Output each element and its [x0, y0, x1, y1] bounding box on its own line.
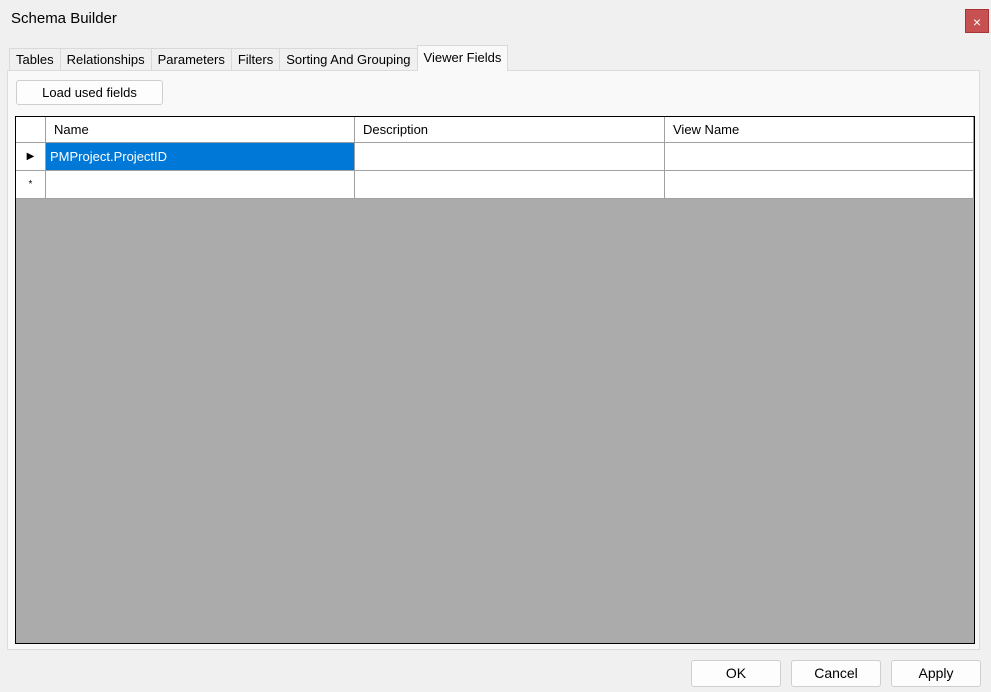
- cell-description[interactable]: [355, 143, 665, 171]
- cell-view-name[interactable]: [665, 171, 974, 199]
- tab-filters[interactable]: Filters: [230, 48, 281, 70]
- column-header-view-name[interactable]: View Name: [665, 117, 974, 143]
- cell-name[interactable]: [46, 171, 355, 199]
- grid-corner-header[interactable]: [16, 117, 46, 143]
- tab-viewer-fields[interactable]: Viewer Fields: [416, 45, 509, 71]
- viewer-fields-grid[interactable]: Name Description View Name ▶ PMProject.P…: [15, 116, 975, 644]
- tab-strip: Tables Relationships Parameters Filters …: [9, 45, 509, 71]
- ok-button[interactable]: OK: [691, 660, 781, 687]
- apply-button[interactable]: Apply: [891, 660, 981, 687]
- row-header-new[interactable]: *: [16, 171, 46, 199]
- tab-relationships[interactable]: Relationships: [59, 48, 152, 70]
- window-title: Schema Builder: [11, 10, 117, 27]
- column-header-description[interactable]: Description: [355, 117, 665, 143]
- cell-description[interactable]: [355, 171, 665, 199]
- cancel-button[interactable]: Cancel: [791, 660, 881, 687]
- tab-sorting-and-grouping[interactable]: Sorting And Grouping: [279, 48, 418, 70]
- current-row-arrow-icon: ▶: [26, 151, 35, 162]
- load-used-fields-button[interactable]: Load used fields: [16, 80, 163, 105]
- tab-tables[interactable]: Tables: [9, 48, 61, 70]
- new-row-asterisk-icon: *: [28, 179, 33, 190]
- cell-name[interactable]: PMProject.ProjectID: [46, 143, 355, 171]
- title-bar: Schema Builder ×: [0, 0, 991, 38]
- row-header-current[interactable]: ▶: [16, 143, 46, 171]
- cell-view-name[interactable]: [665, 143, 974, 171]
- column-header-name[interactable]: Name: [46, 117, 355, 143]
- close-button[interactable]: ×: [965, 9, 989, 33]
- tab-parameters[interactable]: Parameters: [150, 48, 232, 70]
